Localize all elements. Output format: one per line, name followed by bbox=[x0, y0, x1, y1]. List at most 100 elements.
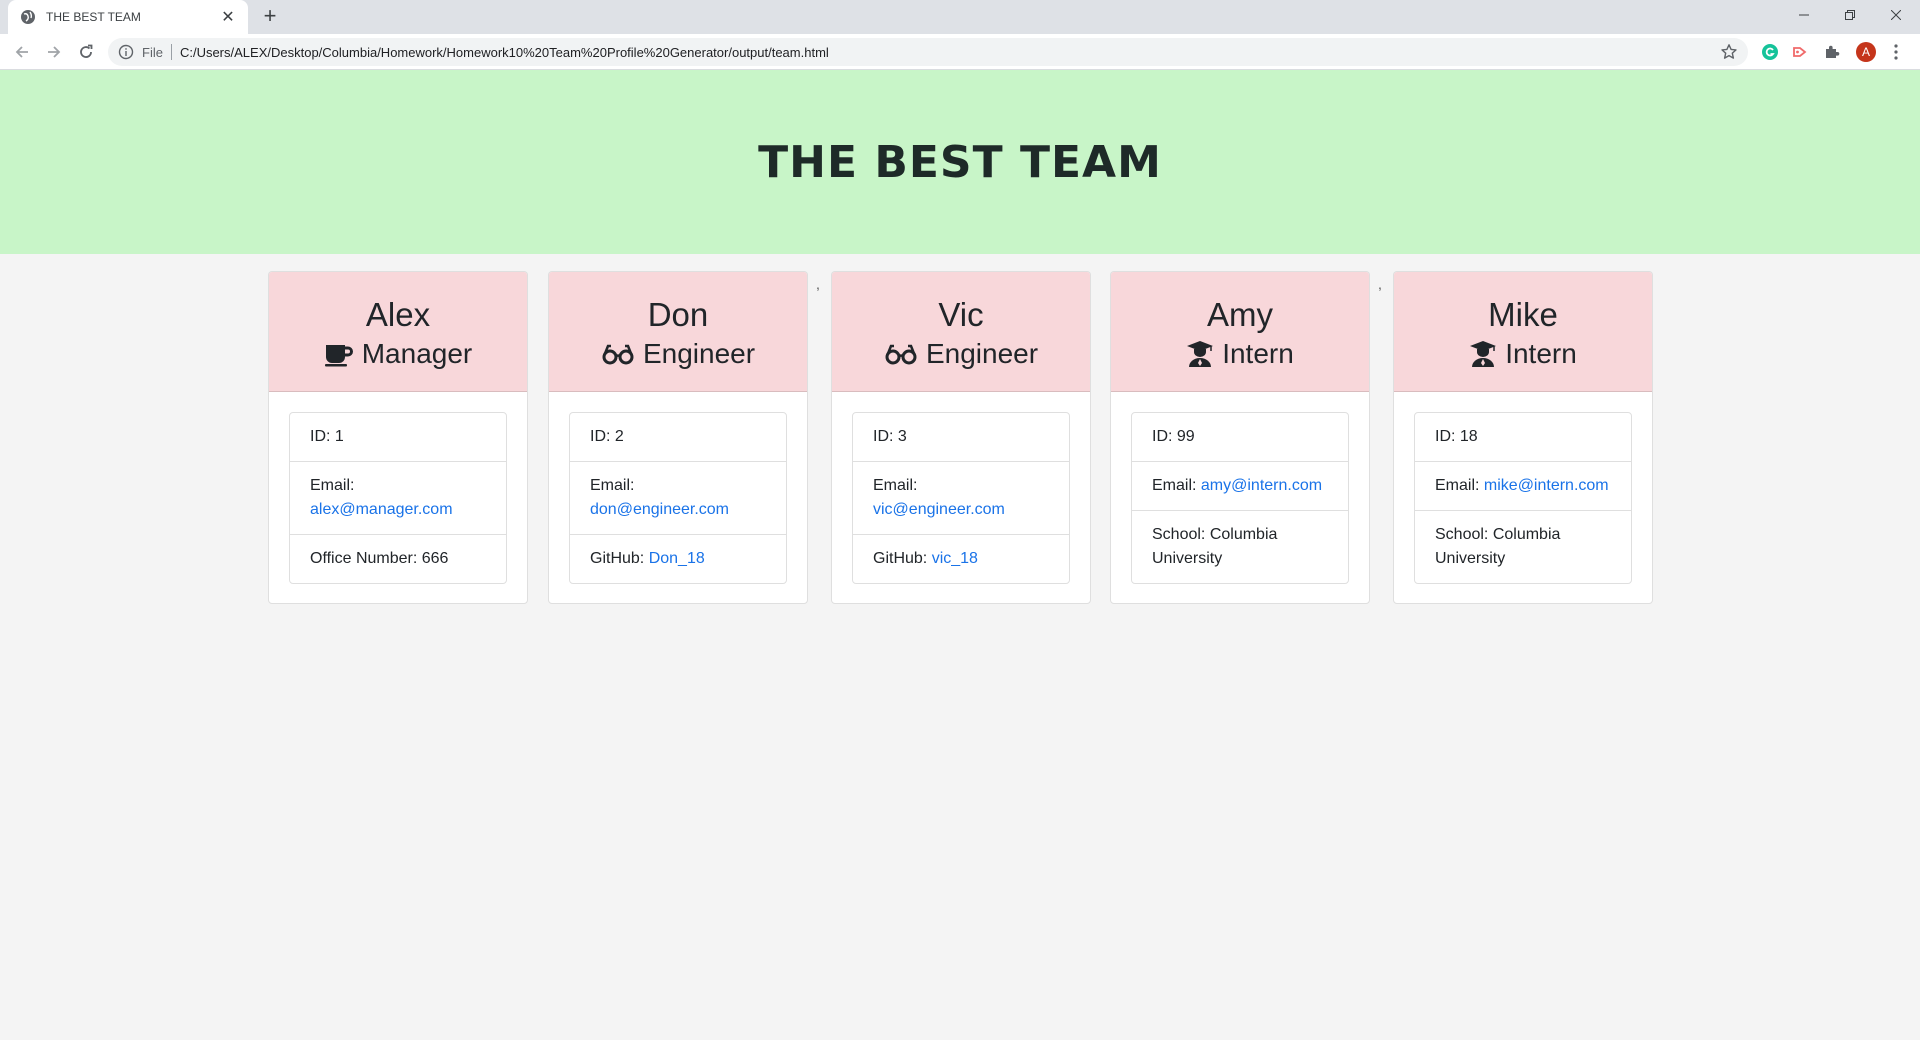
email-label: Email: bbox=[590, 477, 635, 494]
globe-icon bbox=[21, 10, 35, 24]
restore-icon bbox=[1845, 10, 1855, 20]
url-text[interactable]: C:/Users/ALEX/Desktop/Columbia/Homework/… bbox=[180, 45, 829, 60]
github-label: GitHub: bbox=[590, 550, 645, 567]
card-body: ID: 1 Email: alex@manager.com Office Num… bbox=[269, 392, 527, 603]
email-link[interactable]: amy@intern.com bbox=[1201, 477, 1322, 494]
tab-strip: THE BEST TEAM ✕ + bbox=[0, 0, 1920, 34]
reload-button[interactable] bbox=[74, 40, 98, 64]
grammarly-extension-icon[interactable] bbox=[1760, 42, 1780, 62]
employee-role: Intern bbox=[1186, 338, 1294, 370]
employee-card: Don Engineer ID: 2 Email: don@engineer.c… bbox=[548, 271, 808, 604]
role-label: Engineer bbox=[642, 338, 756, 370]
details-list: ID: 3 Email: vic@engineer.com GitHub: vi… bbox=[852, 412, 1070, 584]
employee-role: Engineer bbox=[884, 338, 1038, 370]
restore-button[interactable] bbox=[1827, 0, 1873, 30]
card-body: ID: 2 Email: don@engineer.com GitHub: Do… bbox=[549, 392, 807, 603]
reload-icon bbox=[80, 44, 93, 58]
tab-title: THE BEST TEAM bbox=[46, 10, 141, 24]
employee-card: Amy Intern ID: 99 Email: amy@intern.com … bbox=[1110, 271, 1370, 604]
email-label: Email: bbox=[1152, 477, 1197, 494]
card-body: ID: 18 Email: mike@intern.com School: Co… bbox=[1394, 392, 1652, 603]
email-item: Email: alex@manager.com bbox=[290, 461, 506, 534]
email-label: Email: bbox=[310, 477, 355, 494]
info-icon[interactable] bbox=[118, 44, 134, 60]
back-button[interactable] bbox=[10, 40, 34, 64]
details-list: ID: 1 Email: alex@manager.com Office Num… bbox=[289, 412, 507, 584]
id-item: ID: 99 bbox=[1152, 428, 1195, 445]
role-label: Intern bbox=[1222, 338, 1294, 370]
card-header: Alex Manager bbox=[269, 272, 527, 392]
role-label: Engineer bbox=[925, 338, 1039, 370]
role-label: Intern bbox=[1505, 338, 1577, 370]
office-number-item: Office Number: 666 bbox=[290, 534, 506, 583]
employee-role: Manager bbox=[324, 338, 473, 370]
new-tab-button[interactable]: + bbox=[258, 5, 282, 29]
employee-name: Don bbox=[647, 295, 709, 333]
graduate-icon bbox=[1469, 340, 1497, 368]
extensions-puzzle-icon[interactable] bbox=[1822, 42, 1842, 62]
url-scheme: File bbox=[142, 44, 163, 60]
page-header: THE BEST TEAM bbox=[0, 70, 1920, 254]
cast-extension-icon[interactable] bbox=[1790, 42, 1810, 62]
forward-button[interactable] bbox=[42, 40, 66, 64]
bookmark-star-icon[interactable] bbox=[1720, 43, 1738, 61]
card-body: ID: 3 Email: vic@engineer.com GitHub: vi… bbox=[832, 392, 1090, 603]
graduate-icon bbox=[1186, 340, 1214, 368]
employee-name: Alex bbox=[365, 295, 431, 333]
employee-role: Intern bbox=[1469, 338, 1577, 370]
github-link[interactable]: vic_18 bbox=[932, 550, 978, 567]
email-label: Email: bbox=[873, 477, 918, 494]
card-body: ID: 99 Email: amy@intern.com School: Col… bbox=[1111, 392, 1369, 603]
email-link[interactable]: mike@intern.com bbox=[1484, 477, 1609, 494]
email-label: Email: bbox=[1435, 477, 1480, 494]
card-header: Mike Intern bbox=[1394, 272, 1652, 392]
employee-name: Mike bbox=[1488, 295, 1558, 333]
email-item: Email: vic@engineer.com bbox=[853, 461, 1069, 534]
id-item: ID: 2 bbox=[590, 428, 624, 445]
employee-name: Amy bbox=[1207, 295, 1273, 333]
card-header: Vic Engineer bbox=[832, 272, 1090, 392]
email-item: Email: don@engineer.com bbox=[570, 461, 786, 534]
close-icon bbox=[1891, 10, 1901, 20]
employee-name: Vic bbox=[938, 295, 984, 333]
coffee-icon bbox=[324, 341, 354, 367]
arrow-right-icon bbox=[48, 46, 61, 58]
id-item: ID: 18 bbox=[1435, 428, 1478, 445]
page-title: THE BEST TEAM bbox=[758, 136, 1162, 188]
employee-role: Engineer bbox=[601, 338, 755, 370]
github-item: GitHub: vic_18 bbox=[853, 534, 1069, 583]
close-window-button[interactable] bbox=[1873, 0, 1919, 30]
employee-card: Mike Intern ID: 18 Email: mike@intern.co… bbox=[1393, 271, 1653, 604]
browser-tab[interactable]: THE BEST TEAM ✕ bbox=[8, 0, 248, 34]
profile-avatar[interactable]: A bbox=[1856, 42, 1876, 62]
tab-close-icon[interactable]: ✕ bbox=[218, 7, 238, 27]
menu-kebab-icon[interactable] bbox=[1886, 42, 1906, 62]
details-list: ID: 18 Email: mike@intern.com School: Co… bbox=[1414, 412, 1632, 584]
id-item: ID: 3 bbox=[873, 428, 907, 445]
email-item: Email: mike@intern.com bbox=[1415, 461, 1631, 510]
email-link[interactable]: vic@engineer.com bbox=[873, 501, 1005, 518]
minimize-button[interactable] bbox=[1781, 0, 1827, 30]
stray-comma: , bbox=[1378, 276, 1382, 292]
github-item: GitHub: Don_18 bbox=[570, 534, 786, 583]
school-item: School: Columbia University bbox=[1415, 510, 1631, 583]
id-item: ID: 1 bbox=[310, 428, 344, 445]
minimize-icon bbox=[1799, 14, 1809, 16]
email-link[interactable]: don@engineer.com bbox=[590, 501, 729, 518]
details-list: ID: 2 Email: don@engineer.com GitHub: Do… bbox=[569, 412, 787, 584]
role-label: Manager bbox=[361, 338, 473, 370]
url-separator bbox=[170, 44, 172, 60]
employee-card: Alex Manager ID: 1 Email: alex@manager.c… bbox=[268, 271, 528, 604]
employee-card: Vic Engineer ID: 3 Email: vic@engineer.c… bbox=[831, 271, 1091, 604]
stray-comma: , bbox=[816, 276, 820, 292]
github-label: GitHub: bbox=[873, 550, 928, 567]
email-item: Email: amy@intern.com bbox=[1132, 461, 1348, 510]
card-header: Don Engineer bbox=[549, 272, 807, 392]
glasses-icon bbox=[601, 342, 635, 366]
details-list: ID: 99 Email: amy@intern.com School: Col… bbox=[1131, 412, 1349, 584]
glasses-icon bbox=[884, 342, 918, 366]
address-bar[interactable]: File C:/Users/ALEX/Desktop/Columbia/Home… bbox=[108, 38, 1748, 66]
browser-toolbar: File C:/Users/ALEX/Desktop/Columbia/Home… bbox=[0, 34, 1920, 70]
email-link[interactable]: alex@manager.com bbox=[310, 501, 453, 518]
github-link[interactable]: Don_18 bbox=[649, 550, 705, 567]
